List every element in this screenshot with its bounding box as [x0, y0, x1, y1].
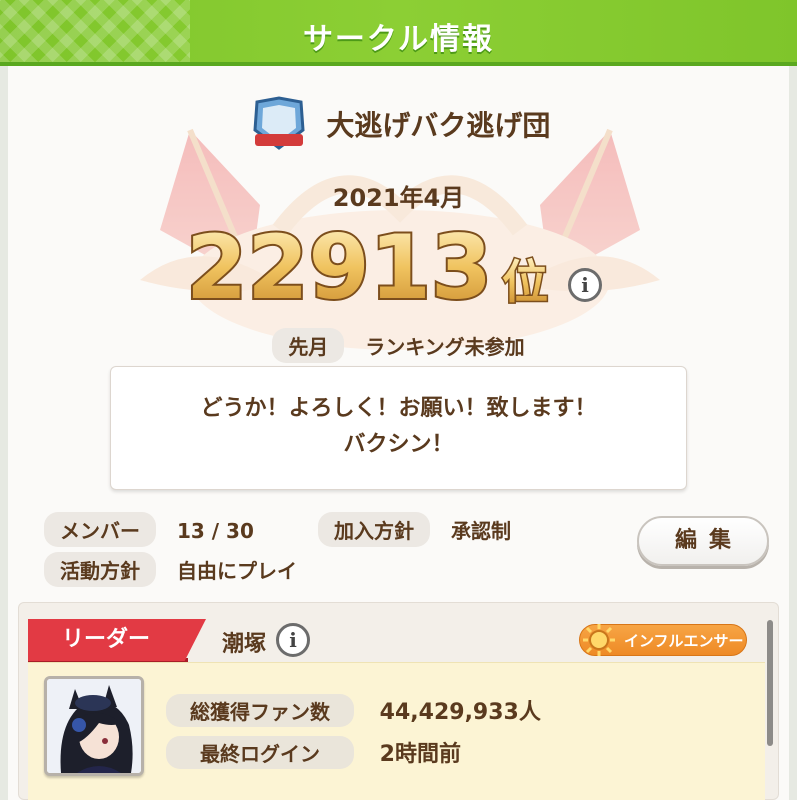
rank-suffix-text: 位: [502, 255, 548, 309]
circle-name-row: 大逃げバク逃げ団: [0, 96, 797, 152]
member-label: メンバー: [44, 512, 156, 547]
leader-info-button[interactable]: i: [276, 623, 310, 657]
total-fans-row: 総獲得ファン数 44,429,933人: [166, 694, 541, 727]
circle-message: どうか！よろしく！お願い！致します！ バクシン！: [110, 366, 687, 490]
join-policy-row: 加入方針 承認制: [318, 512, 511, 547]
activity-policy-row: 活動方針 自由にプレイ: [44, 552, 297, 587]
rank-number-text: 22913: [186, 216, 492, 316]
total-fans-value: 44,429,933人: [379, 700, 541, 725]
leader-avatar[interactable]: [44, 676, 144, 776]
circle-rank-number: 22913 位: [186, 216, 550, 316]
circle-rank-d-icon: [253, 96, 305, 150]
leader-scrollbar[interactable]: [767, 620, 773, 746]
ranking-month: 2021年4月: [332, 184, 465, 212]
panel-header: サークル情報: [0, 0, 797, 66]
circle-message-line1: どうか！よろしく！お願い！致します！: [200, 396, 597, 421]
circle-message-line2: バクシン！: [343, 432, 454, 457]
character-portrait-icon: [47, 679, 141, 773]
influencer-label: インフルエンサー: [624, 632, 744, 650]
sun-icon: [583, 624, 615, 656]
join-policy-value: 承認制: [450, 519, 511, 543]
circle-name: 大逃げバク逃げ団: [326, 109, 551, 142]
rank-info-button[interactable]: i: [568, 268, 602, 302]
last-month-value: ランキング未参加: [365, 335, 525, 359]
last-login-row: 最終ログイン 2時間前: [166, 736, 461, 769]
leader-name: 潮塚: [222, 632, 267, 657]
member-value: 13 / 30: [176, 519, 254, 543]
panel-title: サークル情報: [302, 22, 495, 57]
member-count-row: メンバー 13 / 30: [44, 512, 254, 547]
activity-label: 活動方針: [44, 552, 156, 587]
leader-tab: リーダー: [28, 619, 206, 661]
last-month-row: 先月 ランキング未参加: [0, 328, 797, 363]
activity-value: 自由にプレイ: [176, 559, 297, 583]
edit-button[interactable]: 編集: [637, 516, 769, 566]
total-fans-label: 総獲得ファン数: [166, 694, 354, 727]
influencer-badge[interactable]: インフルエンサー: [579, 624, 747, 656]
last-login-label: 最終ログイン: [166, 736, 354, 769]
last-login-value: 2時間前: [379, 742, 461, 767]
join-policy-label: 加入方針: [318, 512, 430, 547]
last-month-label: 先月: [272, 328, 345, 363]
